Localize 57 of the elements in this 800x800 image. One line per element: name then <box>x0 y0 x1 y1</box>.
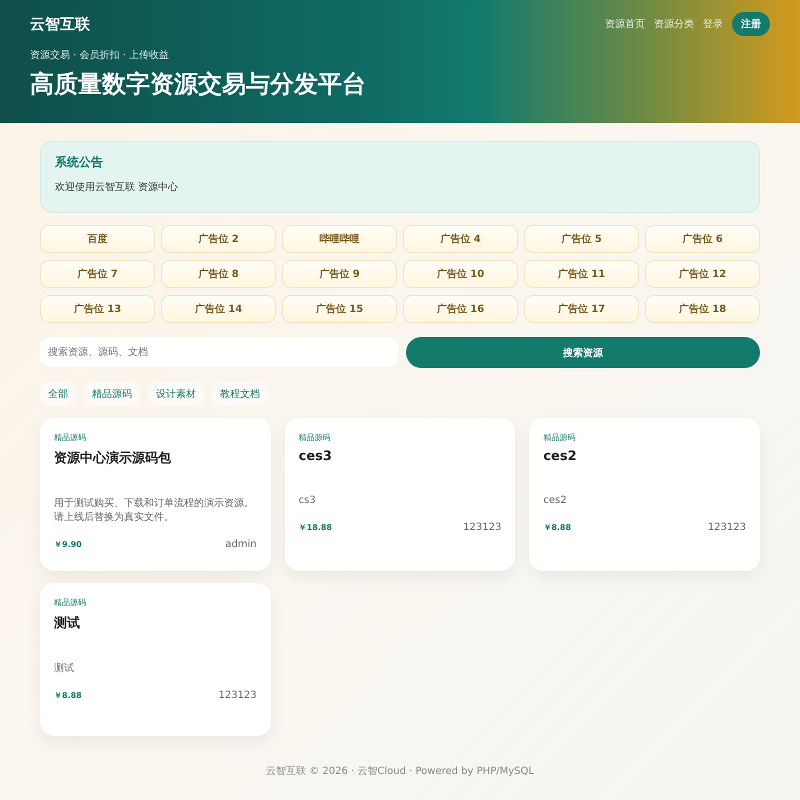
headline: 高质量数字资源交易与分发平台 <box>30 69 367 100</box>
resource-description: 用于测试购买、下载和订单流程的演示资源。请上线后替换为真实文件。 <box>54 497 255 525</box>
category-label: 精品源码 <box>54 432 87 443</box>
ad-slot[interactable]: 广告位 6 <box>645 225 760 253</box>
category-label: 精品源码 <box>298 432 332 443</box>
ad-slot[interactable]: 广告位 14 <box>161 295 276 323</box>
resource-title: 资源中心演示源码包 <box>54 450 172 467</box>
ad-slot[interactable]: 广告位 17 <box>524 295 639 323</box>
category-filter[interactable]: 设计素材 <box>148 382 204 406</box>
author: 123123 <box>218 690 257 701</box>
ad-slot[interactable]: 哔哩哔哩 <box>282 225 397 253</box>
ad-slot[interactable]: 广告位 16 <box>403 295 518 323</box>
ad-slot[interactable]: 广告位 2 <box>161 225 276 253</box>
notice-text: 欢迎使用云智互联 资源中心 <box>55 180 180 194</box>
author: 123123 <box>463 522 502 533</box>
notice-title: 系统公告 <box>55 154 104 171</box>
ad-slot[interactable]: 广告位 18 <box>645 295 760 323</box>
price: ￥8.88 <box>54 690 82 701</box>
ad-slot[interactable]: 广告位 15 <box>282 295 397 323</box>
tagline: 资源交易 · 会员折扣 · 上传收益 <box>30 48 170 62</box>
ad-slot[interactable]: 广告位 10 <box>403 260 518 288</box>
ad-slot[interactable]: 广告位 11 <box>524 260 639 288</box>
nav-link[interactable]: 资源分类 <box>654 17 694 31</box>
resource-card[interactable]: 精品源码 测试 测试 ￥8.88 123123 <box>40 583 271 736</box>
resource-description: cs3 <box>298 494 317 508</box>
resource-card[interactable]: 精品源码 ces3 cs3 ￥18.88 123123 <box>284 418 516 571</box>
ad-slot[interactable]: 广告位 5 <box>524 225 639 253</box>
search-button[interactable]: 搜索资源 <box>406 337 760 368</box>
resource-card[interactable]: 精品源码 ces2 ces2 ￥8.88 123123 <box>529 418 760 571</box>
resource-description: 测试 <box>54 662 75 676</box>
category-label: 精品源码 <box>543 432 576 443</box>
resource-description: ces2 <box>543 494 568 508</box>
register-button[interactable]: 注册 <box>732 12 770 36</box>
brand-name: 云智互联 <box>30 14 90 34</box>
price: ￥8.88 <box>543 522 572 533</box>
search-field[interactable]: 搜索资源、源码、文档 <box>40 337 398 367</box>
ad-slot[interactable]: 广告位 12 <box>645 260 760 288</box>
category-filter[interactable]: 全部 <box>40 382 76 406</box>
author: admin <box>225 539 257 550</box>
price: ￥9.90 <box>54 539 82 550</box>
footer-text: 云智互联 © 2026 · 云智Cloud · Powered by PHP/MySQL <box>265 765 535 778</box>
resource-title: ces3 <box>298 449 333 464</box>
category-label: 精品源码 <box>54 597 87 608</box>
category-filter[interactable]: 精品源码 <box>84 382 140 406</box>
resource-title: ces2 <box>543 449 578 464</box>
author: 123123 <box>708 522 746 533</box>
ad-slot[interactable]: 百度 <box>40 225 155 253</box>
ad-slot[interactable]: 广告位 9 <box>282 260 397 288</box>
ad-slot[interactable]: 广告位 4 <box>403 225 518 253</box>
category-filter[interactable]: 教程文档 <box>212 382 268 406</box>
resource-title: 测试 <box>54 615 81 632</box>
price: ￥18.88 <box>298 522 332 533</box>
nav-link[interactable]: 资源首页 <box>605 17 645 31</box>
ad-slot[interactable]: 广告位 8 <box>161 260 276 288</box>
resource-card[interactable]: 精品源码 资源中心演示源码包 用于测试购买、下载和订单流程的演示资源。请上线后替换为真实文件。 ￥9.90 admin <box>40 418 271 571</box>
ad-slot[interactable]: 广告位 7 <box>40 260 155 288</box>
ad-slot[interactable]: 广告位 13 <box>40 295 155 323</box>
